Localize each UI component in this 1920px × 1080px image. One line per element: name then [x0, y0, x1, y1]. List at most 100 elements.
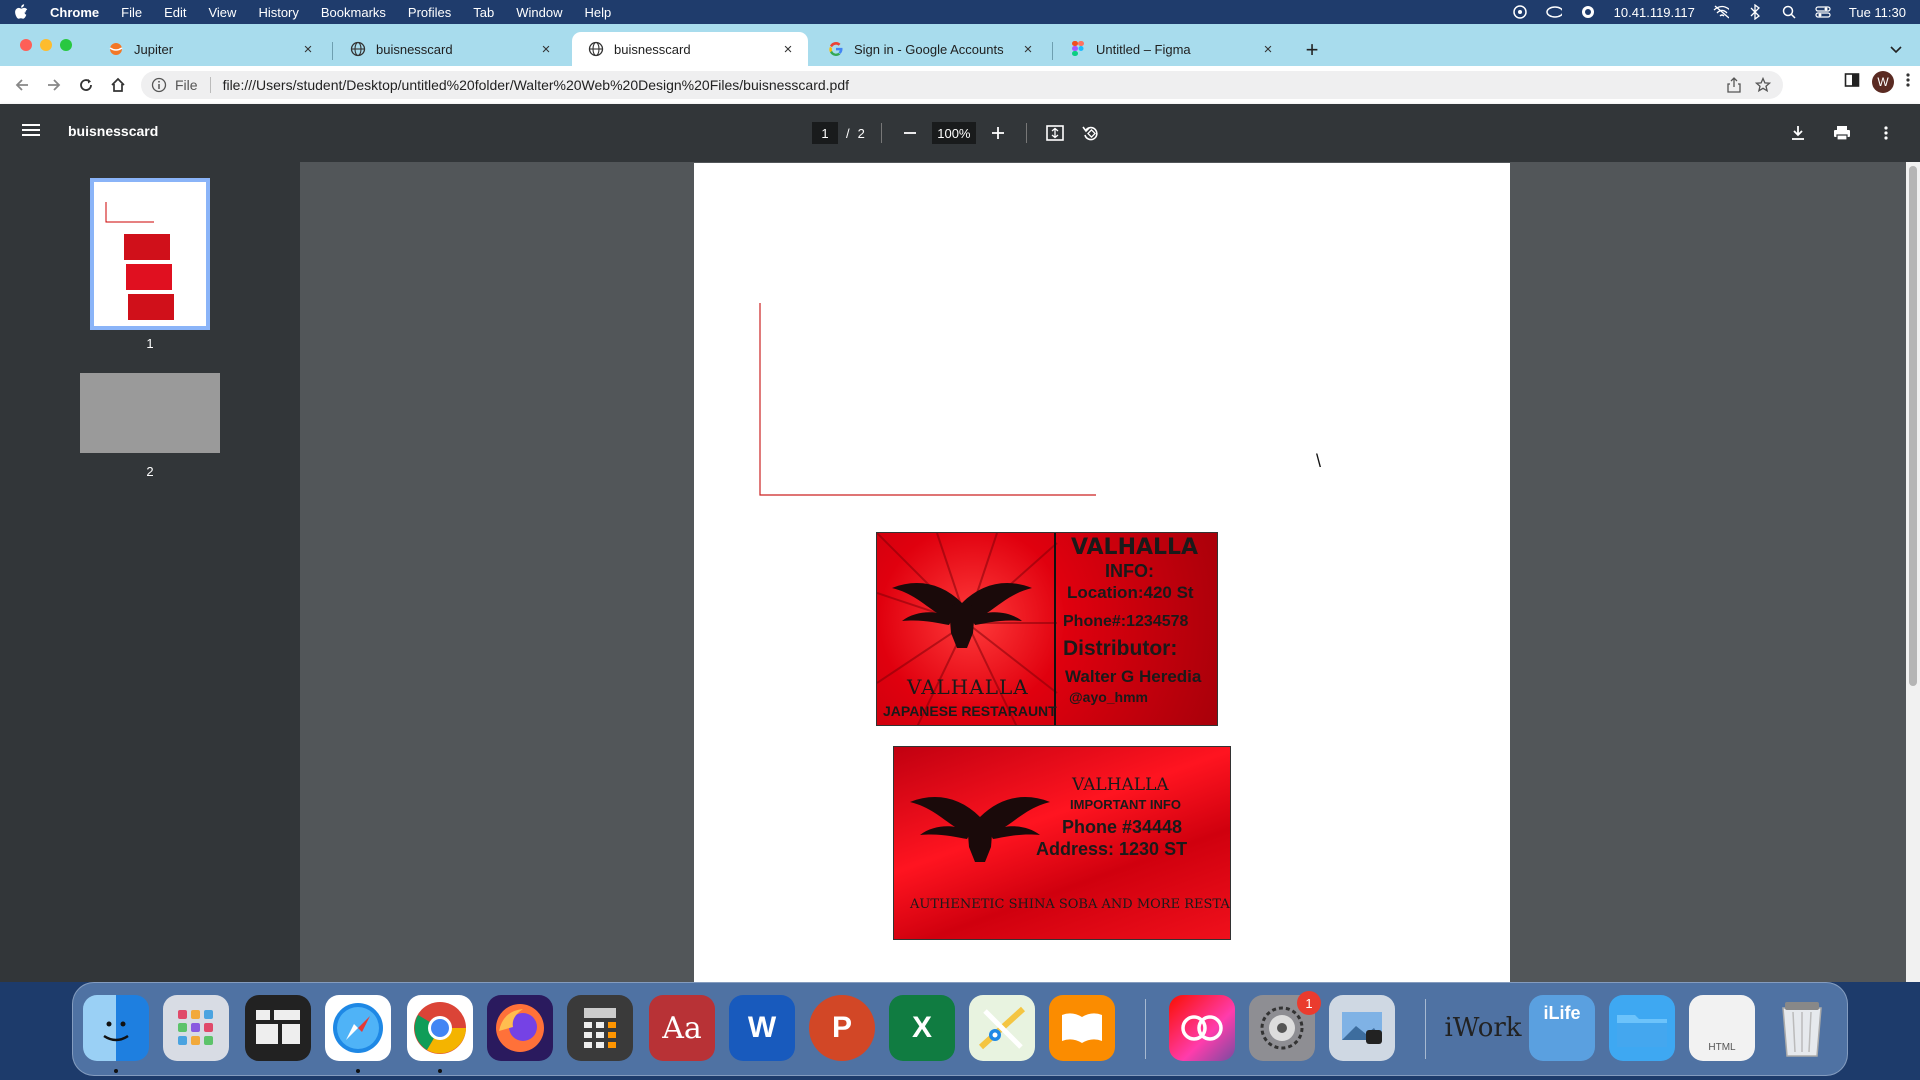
close-window-button[interactable] — [20, 39, 32, 51]
scrollbar-thumb[interactable] — [1909, 166, 1917, 686]
finder-icon[interactable] — [83, 995, 149, 1061]
tab-title: buisnesscard — [376, 41, 453, 57]
new-tab-button[interactable]: + — [1300, 37, 1324, 62]
chrome-menu-icon[interactable] — [1906, 72, 1910, 93]
powerpoint-icon[interactable]: P — [809, 995, 875, 1061]
menu-help[interactable]: Help — [585, 5, 612, 20]
bookmark-star-icon[interactable] — [1754, 76, 1772, 96]
business-card-front: VALHALLA INFO: Location:420 St Phone#:12… — [876, 532, 1218, 726]
html-file-icon[interactable]: HTML — [1689, 995, 1755, 1061]
menu-bookmarks[interactable]: Bookmarks — [321, 5, 386, 20]
apple-icon[interactable] — [14, 4, 30, 20]
firefox-icon[interactable] — [487, 995, 553, 1061]
home-icon[interactable] — [102, 69, 134, 101]
close-tab-icon[interactable]: × — [1260, 41, 1276, 58]
thumbnail-label-1: 1 — [146, 336, 154, 351]
tab-google-sign-in[interactable]: Sign in - Google Accounts × — [812, 32, 1048, 66]
close-tab-icon[interactable]: × — [1020, 41, 1036, 58]
pdf-viewer[interactable]: \ VALHALLA INFO: Location:420 St Phone#:… — [300, 162, 1920, 982]
winged-skull-logo-icon — [892, 583, 1032, 648]
tab-buisnesscard-active[interactable]: buisnesscard × — [572, 32, 808, 66]
creative-cloud-status-icon[interactable] — [1545, 4, 1562, 20]
menu-file[interactable]: File — [121, 5, 142, 20]
books-icon[interactable] — [1049, 995, 1115, 1061]
menu-edit[interactable]: Edit — [164, 5, 186, 20]
bluetooth-icon[interactable] — [1747, 4, 1763, 20]
close-tab-icon[interactable]: × — [780, 41, 796, 58]
menu-clock[interactable]: Tue 11:30 — [1849, 5, 1906, 20]
zoom-out-icon[interactable] — [898, 121, 922, 145]
maps-icon[interactable] — [969, 995, 1035, 1061]
page-number-input[interactable]: 1 — [812, 122, 838, 144]
launchpad-icon[interactable] — [163, 995, 229, 1061]
sync-status-icon[interactable] — [1580, 4, 1596, 20]
chrome-icon[interactable] — [407, 995, 473, 1061]
browser-toolbar: File file:///Users/student/Desktop/untit… — [0, 66, 1920, 104]
forward-arrow-icon[interactable] — [38, 69, 70, 101]
macos-dock: Aa W P X 1 iWork iLife HTML — [72, 982, 1848, 1076]
business-card-back: VALHALLA IMPORTANT INFO Phone #34448 Add… — [893, 746, 1231, 940]
creative-cloud-icon[interactable] — [1169, 995, 1235, 1061]
card1-title: VALHALLA — [1071, 535, 1199, 560]
page-separator: / — [846, 125, 850, 141]
hamburger-menu-icon[interactable] — [22, 123, 42, 143]
zoom-window-button[interactable] — [60, 39, 72, 51]
back-arrow-icon[interactable] — [6, 69, 38, 101]
zoom-level-input[interactable]: 100% — [931, 122, 976, 144]
tab-title: buisnesscard — [614, 41, 691, 57]
mission-control-icon[interactable] — [245, 995, 311, 1061]
menu-profiles[interactable]: Profiles — [408, 5, 451, 20]
url-text[interactable]: file:///Users/student/Desktop/untitled%2… — [223, 77, 849, 93]
page-thumbnail-1[interactable] — [90, 178, 210, 330]
reload-icon[interactable] — [70, 69, 102, 101]
close-tab-icon[interactable]: × — [300, 41, 316, 58]
iwork-icon[interactable]: iWork — [1437, 995, 1529, 1061]
folder-icon[interactable] — [1609, 995, 1675, 1061]
control-center-icon[interactable] — [1815, 4, 1831, 20]
spotlight-search-icon[interactable] — [1781, 4, 1797, 20]
side-panel-icon[interactable] — [1844, 72, 1860, 93]
dictionary-icon[interactable]: Aa — [649, 995, 715, 1061]
menu-view[interactable]: View — [208, 5, 236, 20]
menu-window[interactable]: Window — [516, 5, 562, 20]
address-bar[interactable]: File file:///Users/student/Desktop/untit… — [141, 71, 1783, 99]
zoom-in-icon[interactable] — [986, 121, 1010, 145]
ilife-icon[interactable]: iLife — [1529, 995, 1595, 1061]
word-icon[interactable]: W — [729, 995, 795, 1061]
close-tab-icon[interactable]: × — [538, 41, 554, 58]
tab-search-chevron-icon[interactable] — [1886, 40, 1906, 60]
card1-handle: @ayo_hmm — [1069, 689, 1149, 705]
trash-icon[interactable] — [1769, 995, 1835, 1061]
print-icon[interactable] — [1830, 121, 1854, 145]
rotate-icon[interactable] — [1079, 121, 1103, 145]
more-options-icon[interactable] — [1874, 121, 1898, 145]
site-info-icon[interactable] — [151, 77, 167, 93]
preview-icon[interactable] — [1329, 995, 1395, 1061]
menu-history[interactable]: History — [258, 5, 298, 20]
calculator-icon[interactable] — [567, 995, 633, 1061]
fit-to-page-icon[interactable] — [1043, 121, 1067, 145]
location-status-icon[interactable] — [1512, 4, 1528, 20]
tab-buisnesscard[interactable]: buisnesscard × — [334, 32, 566, 66]
menu-app-name[interactable]: Chrome — [50, 5, 99, 20]
page-thumbnail-2[interactable] — [80, 373, 220, 453]
card2-address: Address: 1230 ST — [1036, 839, 1188, 859]
share-icon[interactable] — [1727, 77, 1741, 96]
tab-title: Untitled – Figma — [1096, 41, 1191, 57]
toolbar-divider — [1025, 123, 1027, 143]
safari-icon[interactable] — [325, 995, 391, 1061]
system-preferences-icon[interactable]: 1 — [1249, 991, 1321, 1061]
download-icon[interactable] — [1786, 121, 1810, 145]
viewer-scrollbar[interactable] — [1906, 162, 1920, 982]
menu-tab[interactable]: Tab — [473, 5, 494, 20]
minimize-window-button[interactable] — [40, 39, 52, 51]
pdf-document-title: buisnesscard — [68, 123, 159, 139]
tab-jupiter[interactable]: Jupiter × — [92, 32, 328, 66]
excel-icon[interactable]: X — [889, 995, 955, 1061]
thumbnail-label-2: 2 — [146, 464, 154, 479]
profile-avatar[interactable]: W — [1872, 71, 1894, 93]
chrome-tab-strip: Jupiter × buisnesscard × buisnesscard × … — [0, 24, 1920, 66]
google-icon — [828, 41, 844, 57]
tab-figma[interactable]: Untitled – Figma × — [1054, 32, 1288, 66]
wifi-off-icon[interactable] — [1713, 4, 1729, 20]
